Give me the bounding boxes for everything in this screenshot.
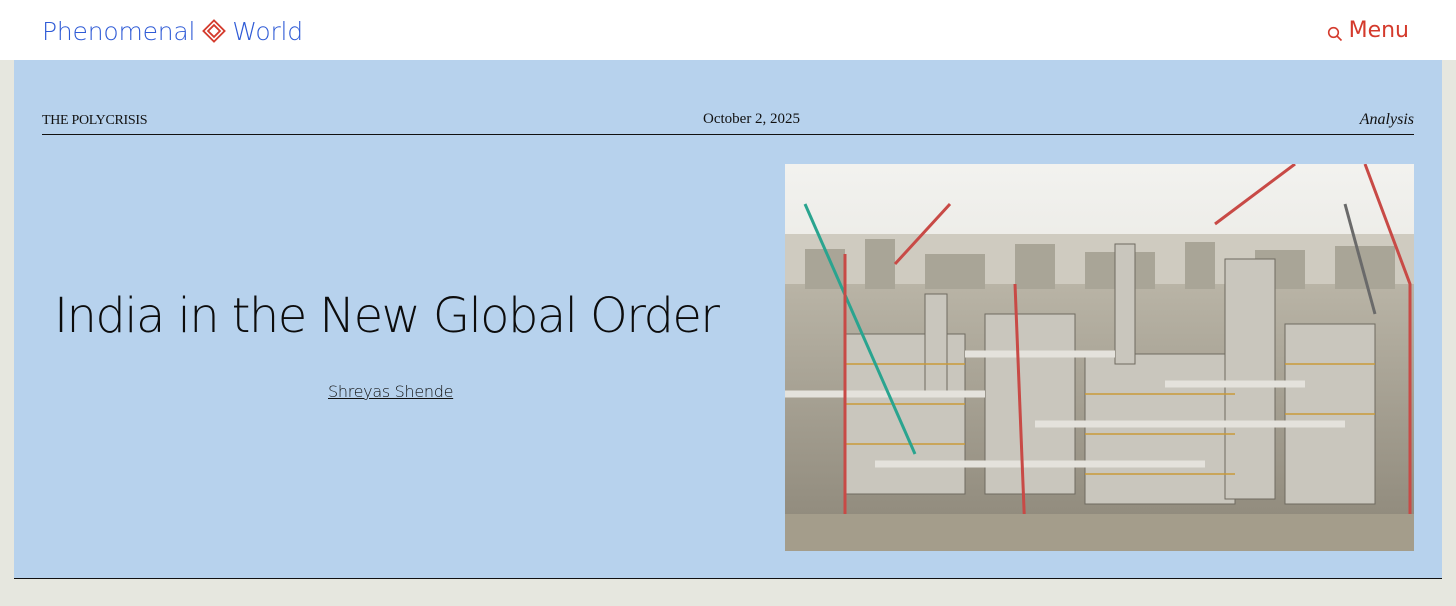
menu-label: Menu (1348, 18, 1409, 43)
site-header: Phenomenal World Menu (0, 0, 1456, 60)
article-hero-image (785, 164, 1414, 551)
menu-button[interactable]: Menu (1327, 18, 1409, 43)
article-date: October 2, 2025 (703, 111, 801, 127)
series-link[interactable]: The Polycrisis (42, 113, 148, 129)
category-link[interactable]: Analysis (1360, 111, 1414, 129)
logo-text-right: World (232, 16, 303, 46)
site-logo[interactable]: Phenomenal World (42, 14, 303, 48)
article-hero: The Polycrisis October 2, 2025 Analysis … (14, 60, 1442, 578)
section-divider (14, 578, 1442, 579)
author-link[interactable]: Shreyas Shende (328, 382, 453, 401)
diamond-logo-icon (202, 19, 227, 43)
search-icon[interactable] (1327, 23, 1343, 41)
article-title: India in the New Global Order (54, 288, 720, 344)
article-meta-row: The Polycrisis October 2, 2025 Analysis (42, 108, 1414, 135)
logo-text-left: Phenomenal (42, 16, 196, 46)
